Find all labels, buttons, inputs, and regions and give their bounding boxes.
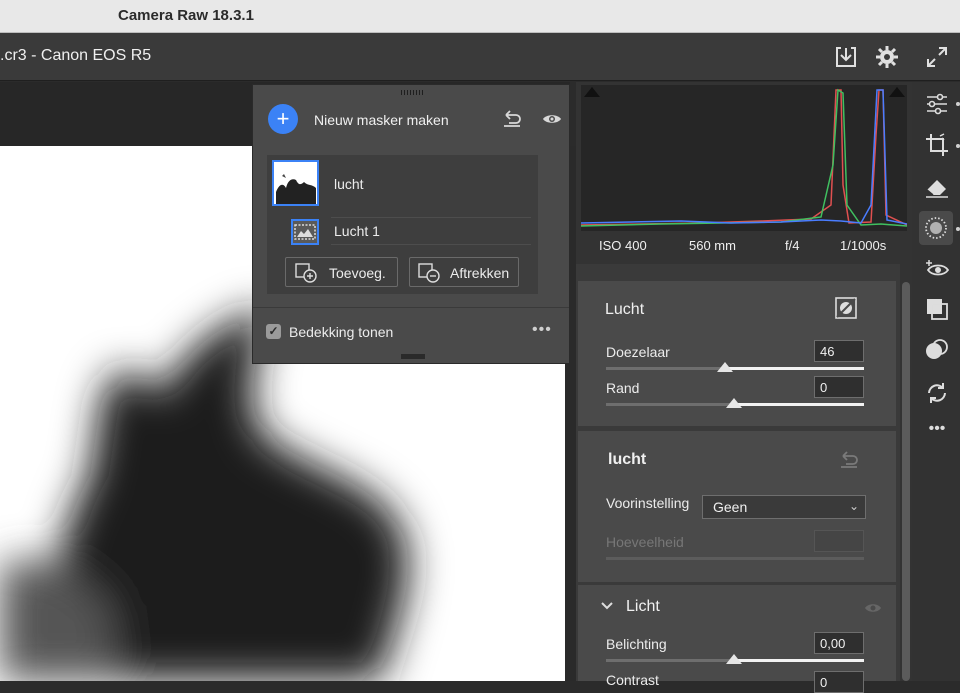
reset-icon[interactable] <box>501 109 523 129</box>
eye-icon[interactable] <box>542 111 562 127</box>
shutter-speed: 1/1000s <box>840 238 887 253</box>
masking-indicator <box>956 227 960 231</box>
light-title[interactable]: Licht <box>626 598 660 616</box>
drag-handle-bottom[interactable] <box>401 354 425 359</box>
add-button[interactable]: Toevoeg. <box>285 257 398 287</box>
subtract-button[interactable]: Aftrekken <box>409 257 519 287</box>
create-mask-label[interactable]: Nieuw masker maken <box>314 112 449 128</box>
more-icon[interactable]: ••• <box>924 420 950 446</box>
highlight-clipping-icon[interactable] <box>889 87 905 97</box>
submask-name[interactable]: Lucht 1 <box>334 223 380 239</box>
aperture-value: f/4 <box>785 238 800 253</box>
properties-panel: Lucht Doezelaar 46 Rand 0 lucht Voorinst… <box>576 264 900 693</box>
masks-panel: + Nieuw masker maken lucht Lucht 1 Toevo… <box>252 84 570 364</box>
file-name: .cr3 - Canon EOS R5 <box>0 47 152 64</box>
iso-value: ISO 400 <box>599 238 647 253</box>
adjustment-title: lucht <box>608 451 647 468</box>
masking-tool-active[interactable] <box>919 211 953 245</box>
preset-select[interactable]: Geen ⌄ <box>702 495 866 519</box>
feather-slider-thumb[interactable] <box>717 362 733 372</box>
more-options-icon[interactable]: ••• <box>532 321 552 339</box>
histogram-graph <box>580 85 908 231</box>
preset-value: Geen <box>713 499 748 515</box>
masking-icon <box>923 215 949 246</box>
subtract-label: Aftrekken <box>450 265 510 281</box>
focal-length: 560 mm <box>689 238 736 253</box>
edge-label: Rand <box>606 380 640 396</box>
mask-thumbnail[interactable] <box>272 160 319 206</box>
window-titlebar: Camera Raw 18.3.1 <box>0 0 960 33</box>
divider <box>253 307 569 308</box>
window-title: Camera Raw 18.3.1 <box>118 7 254 24</box>
crop-icon[interactable] <box>924 132 950 158</box>
overlay-checkbox[interactable]: ✓ <box>266 324 281 339</box>
exposure-value[interactable]: 0,00 <box>814 632 864 654</box>
adjustment-section: lucht Voorinstelling Geen ⌄ Hoeveelheid <box>578 431 896 582</box>
crop-indicator <box>956 144 960 148</box>
panel-scrollbar[interactable] <box>900 264 912 681</box>
feather-label: Doezelaar <box>606 344 670 360</box>
amount-slider-track <box>606 557 864 560</box>
mask-name[interactable]: lucht <box>334 176 364 192</box>
mask-properties-title: Lucht <box>605 301 645 318</box>
shadow-clipping-icon[interactable] <box>584 87 600 97</box>
divider <box>331 217 531 218</box>
save-icon[interactable] <box>834 45 858 69</box>
scrollbar-thumb[interactable] <box>902 282 910 681</box>
header-bar: .cr3 - Canon EOS R5 <box>0 33 960 81</box>
feather-slider-track[interactable] <box>606 367 864 370</box>
chevron-down-icon: ⌄ <box>848 499 859 513</box>
sky-submask-icon[interactable] <box>291 219 319 245</box>
overlay-label[interactable]: Bedekking tonen <box>289 324 393 340</box>
invert-mask-icon[interactable] <box>834 297 858 319</box>
light-section: Licht Belichting 0,00 Contrast 0 <box>578 585 896 693</box>
add-label: Toevoeg. <box>329 265 386 281</box>
edge-slider-thumb[interactable] <box>726 398 742 408</box>
divider <box>331 244 531 245</box>
subtract-mask-icon <box>418 263 440 286</box>
chevron-down-icon[interactable] <box>600 599 614 616</box>
add-mask-icon <box>295 263 317 286</box>
amount-label: Hoeveelheid <box>606 534 684 550</box>
edit-icon[interactable] <box>924 91 950 117</box>
mask-properties-section: Lucht Doezelaar 46 Rand 0 <box>578 281 896 426</box>
contrast-label: Contrast <box>606 672 659 688</box>
mask-list: lucht Lucht 1 Toevoeg. Aftrekken <box>267 155 538 294</box>
gear-icon[interactable] <box>875 45 899 69</box>
eraser-icon[interactable] <box>924 174 950 200</box>
snapshots-icon[interactable] <box>924 337 950 363</box>
eye-icon[interactable] <box>864 601 882 615</box>
drag-handle-top[interactable] <box>401 90 425 95</box>
exposure-label: Belichting <box>606 636 667 652</box>
fullscreen-icon[interactable] <box>925 45 949 69</box>
edit-indicator <box>956 102 960 106</box>
red-eye-icon[interactable] <box>924 257 950 283</box>
exposure-slider-thumb[interactable] <box>726 654 742 664</box>
amount-value <box>814 530 864 552</box>
tool-strip: ••• <box>912 82 960 681</box>
feather-value[interactable]: 46 <box>814 340 864 362</box>
histogram-panel: ISO 400 560 mm f/4 1/1000s <box>576 82 912 264</box>
create-mask-button[interactable]: + <box>268 104 298 134</box>
preset-label: Voorinstelling <box>606 495 690 511</box>
edge-value[interactable]: 0 <box>814 376 864 398</box>
reset-adjustment-icon[interactable] <box>838 450 860 470</box>
contrast-value[interactable]: 0 <box>814 671 864 693</box>
presets-icon[interactable] <box>924 296 950 322</box>
sync-icon[interactable] <box>924 380 950 406</box>
